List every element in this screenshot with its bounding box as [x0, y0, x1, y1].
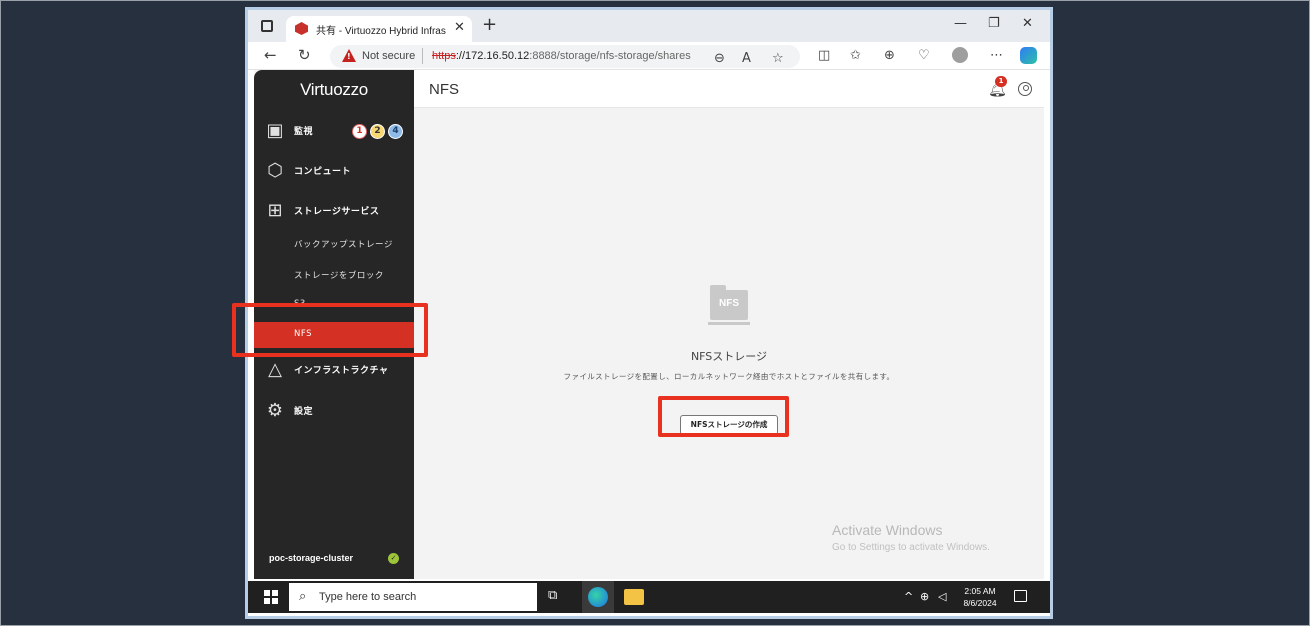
task-view-icon[interactable]: ⧉	[548, 588, 557, 603]
sidebar-item-label: 監視	[294, 127, 314, 137]
refresh-icon[interactable]: ↻	[298, 46, 311, 64]
monitor-icon: ▣	[266, 120, 284, 141]
notification-badge: 1	[995, 76, 1007, 87]
window-menu-icon[interactable]	[261, 20, 273, 32]
network-triangle-icon: △	[268, 359, 282, 380]
sidebar-item-label: 設定	[294, 407, 314, 417]
sidebar-item-compute[interactable]: ⬡ コンピュート	[254, 156, 414, 186]
gear-icon: ⚙	[266, 400, 284, 421]
url-field[interactable]: Not secure https://172.16.50.12:8888/sto…	[330, 45, 800, 68]
page-title: NFS	[429, 81, 459, 98]
empty-state-description: ファイルストレージを配置し、ローカルネットワーク経由でホストとファイルを共有しま…	[563, 372, 895, 381]
clock-time: 2:05 AM	[964, 586, 996, 596]
security-label[interactable]: Not secure	[362, 50, 415, 62]
main-content: NFS 🔔︎ 1 NFS NFSストレージ ファイルストレージを配置し、ローカル…	[414, 70, 1044, 579]
sidebar-subitem-label: バックアップストレージ	[294, 240, 393, 250]
tab-title: 共有 - Virtuozzo Hybrid Infrastru	[316, 26, 446, 37]
back-arrow-icon[interactable]: ←	[264, 46, 277, 64]
favorite-star-icon[interactable]: ☆	[772, 51, 784, 66]
profile-avatar[interactable]	[952, 47, 968, 63]
highlight-box-nfs	[232, 303, 428, 357]
sidebar-item-label: ストレージサービス	[294, 207, 380, 217]
taskbar-clock[interactable]: 2:05 AM 8/6/2024	[960, 585, 1000, 609]
new-tab-icon[interactable]: +	[482, 14, 497, 35]
more-menu-icon[interactable]: ⋯	[990, 48, 1003, 63]
windows-start-icon[interactable]	[264, 590, 278, 604]
warning-icon	[342, 49, 356, 62]
highlight-box-create-button	[658, 396, 789, 437]
windows-taskbar: ⌕ Type here to search ⧉ ^ ⊕ ◁ 2:05 AM 8/…	[248, 581, 1050, 613]
restore-icon[interactable]: ❐	[988, 16, 1000, 31]
minimize-icon[interactable]: —	[954, 16, 967, 31]
file-explorer-icon[interactable]	[624, 589, 644, 605]
clock-date: 8/6/2024	[963, 598, 997, 608]
alert-badge-info[interactable]: 4	[388, 124, 403, 139]
split-screen-icon[interactable]: ◫	[818, 48, 830, 63]
cube-icon: ⬡	[267, 160, 283, 181]
zoom-icon[interactable]: ⊖	[714, 51, 725, 66]
sidebar-item-label: インフラストラクチャ	[294, 366, 389, 376]
tray-chevron-icon[interactable]: ^	[904, 590, 913, 603]
browser-address-bar: ← ↻ Not secure https://172.16.50.12:8888…	[248, 42, 1050, 70]
activate-windows-subtitle: Go to Settings to activate Windows.	[832, 542, 990, 553]
alert-badge-critical[interactable]: 1	[352, 124, 367, 139]
sidebar-item-infrastructure[interactable]: △ インフラストラクチャ	[254, 355, 414, 385]
grid-icon: ⊞	[267, 200, 283, 221]
network-icon[interactable]: ⊕	[920, 590, 929, 603]
cluster-name: poc-storage-cluster	[269, 553, 354, 563]
nfs-folder-icon: NFS	[708, 285, 750, 325]
user-account-icon[interactable]	[1018, 82, 1032, 96]
url-path: :8888/storage/nfs-storage/shares	[529, 50, 691, 62]
browser-essentials-icon[interactable]: ♡	[918, 48, 930, 63]
close-window-icon[interactable]: ✕	[1022, 16, 1033, 31]
sidebar-subitem-block-storage[interactable]: ストレージをブロック	[254, 262, 414, 288]
search-placeholder: Type here to search	[319, 591, 417, 603]
search-icon: ⌕	[299, 589, 307, 604]
tab-close-icon[interactable]: ✕	[454, 20, 465, 35]
url-host: ://172.16.50.12	[455, 50, 530, 62]
url-separator	[422, 48, 423, 64]
read-aloud-icon[interactable]: A	[742, 51, 751, 66]
virtuozzo-favicon-icon	[295, 22, 308, 35]
copilot-icon[interactable]	[1020, 47, 1037, 64]
browser-tab-bar: 共有 - Virtuozzo Hybrid Infrastru ✕ + — ❐ …	[248, 10, 1050, 42]
notification-center-icon[interactable]	[1014, 590, 1027, 602]
collections-icon[interactable]: ⊕	[884, 48, 895, 63]
url-scheme: https	[432, 50, 456, 62]
empty-state-title: NFSストレージ	[690, 350, 768, 363]
url-text[interactable]: https://172.16.50.12:8888/storage/nfs-st…	[432, 50, 691, 62]
main-header: NFS 🔔︎ 1	[414, 70, 1044, 108]
sidebar-item-storage-services[interactable]: ⊞ ストレージサービス	[254, 196, 414, 226]
taskbar-search-input[interactable]: ⌕ Type here to search	[289, 583, 537, 611]
cluster-status[interactable]: poc-storage-cluster ✓	[254, 548, 414, 570]
sidebar-item-settings[interactable]: ⚙ 設定	[254, 396, 414, 426]
sidebar-subitem-backup-storage[interactable]: バックアップストレージ	[254, 231, 414, 257]
edge-browser-icon[interactable]	[588, 587, 608, 607]
virtuozzo-logo[interactable]: Virtuozzo	[254, 80, 414, 100]
browser-tab[interactable]: 共有 - Virtuozzo Hybrid Infrastru ✕	[286, 16, 472, 42]
check-circle-icon: ✓	[388, 553, 399, 564]
favorites-icon[interactable]: ✩	[850, 48, 861, 63]
activate-windows-title: Activate Windows	[832, 522, 943, 538]
volume-muted-icon[interactable]: ◁	[938, 590, 946, 603]
nfs-folder-label: NFS	[719, 298, 739, 309]
sidebar-item-label: コンピュート	[294, 167, 352, 177]
screenshot-frame: 共有 - Virtuozzo Hybrid Infrastru ✕ + — ❐ …	[0, 0, 1310, 626]
alert-badge-warning[interactable]: 2	[370, 124, 385, 139]
sidebar-subitem-label: ストレージをブロック	[294, 271, 384, 281]
sidebar-item-monitor[interactable]: ▣ 監視 1 2 4	[254, 116, 414, 146]
